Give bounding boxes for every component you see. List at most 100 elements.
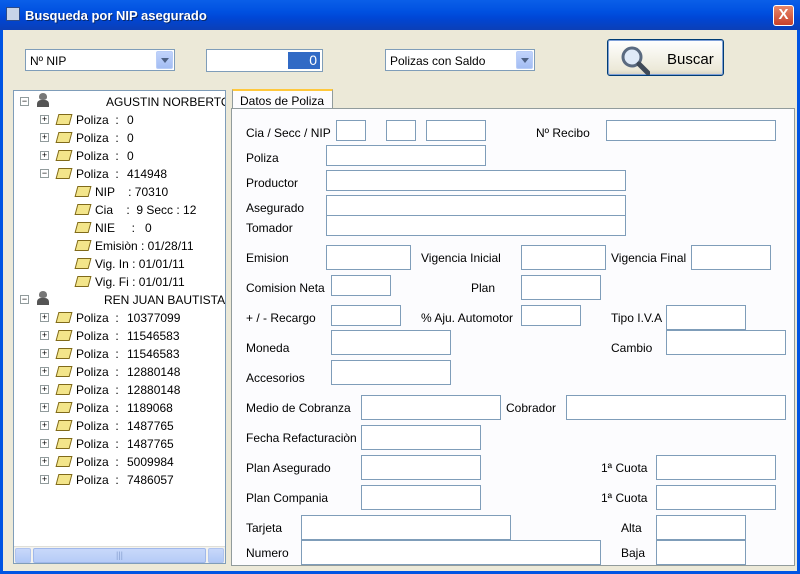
ajuste-field[interactable] [521,305,581,326]
expand-toggle[interactable]: + [40,457,49,466]
label-cuota-2: 1ª Cuota [601,491,648,505]
policy-tree[interactable]: − AGUSTIN NORBERTO + Poliza : 0 + Poliza : 0 + Po… [13,90,226,564]
label-cia-secc-nip: Cia / Secc / NIP [246,126,331,140]
nip-field[interactable] [426,120,486,141]
scroll-right-button[interactable] [208,548,224,563]
horizontal-scrollbar[interactable]: ||| [14,546,225,563]
tree-poliza-node[interactable]: + Poliza : 11546583 [14,327,225,345]
alta-field[interactable] [656,515,746,540]
tree-poliza-node[interactable]: + Poliza : 0 [14,111,225,129]
expand-toggle[interactable]: + [40,313,49,322]
tree-detail-node[interactable]: Emisiòn : 01/28/11 [14,237,225,255]
scroll-left-button[interactable] [15,548,31,563]
cuota-1-field[interactable] [656,455,776,480]
search-button[interactable]: Buscar [607,39,724,76]
main-window: Busqueda por NIP asegurado X Nº NIP 0 Po… [0,0,800,574]
recargo-field[interactable] [331,305,401,326]
iva-field[interactable] [666,305,746,330]
accesorios-field[interactable] [331,360,451,385]
close-button[interactable]: X [773,5,794,26]
tree-person-node[interactable]: − REN JUAN BAUTISTA [14,291,225,309]
label-iva: Tipo I.V.A [611,311,663,325]
plan-asegurado-field[interactable] [361,455,481,480]
poliza-label: Poliza : [76,149,119,163]
title-bar[interactable]: Busqueda por NIP asegurado X [0,0,800,30]
plan-field[interactable] [521,275,601,300]
emision-field[interactable] [326,245,411,270]
number-input[interactable]: 0 [206,49,323,72]
search-type-select[interactable]: Nº NIP [25,49,175,71]
search-type-value: Nº NIP [30,54,67,68]
tarjeta-field[interactable] [301,515,511,540]
plan-compania-field[interactable] [361,485,481,510]
tab-datos-poliza[interactable]: Datos de Poliza [232,89,333,110]
tree-detail-node[interactable]: Cia : 9 Secc : 12 [14,201,225,219]
expand-toggle[interactable]: + [40,331,49,340]
recibo-field[interactable] [606,120,776,141]
expand-toggle[interactable]: + [40,385,49,394]
tomador-field[interactable] [326,215,626,236]
productor-field[interactable] [326,170,626,191]
tree-poliza-node[interactable]: + Poliza : 5009984 [14,453,225,471]
vigencia-final-field[interactable] [691,245,771,270]
tree-poliza-node[interactable]: + Poliza : 0 [14,147,225,165]
tree-poliza-node[interactable]: − Poliza : 414948 [14,165,225,183]
chevron-down-icon[interactable] [516,51,533,69]
cambio-field[interactable] [666,330,786,355]
tree-detail-node[interactable]: Vig. Fi : 01/01/11 [14,273,225,291]
poliza-label: Poliza : [76,455,119,469]
fecha-refacturacion-field[interactable] [361,425,481,450]
tree-detail-node[interactable]: NIP : 70310 [14,183,225,201]
chevron-down-icon[interactable] [156,51,173,69]
tree-detail-node[interactable]: NIE : 0 [14,219,225,237]
scroll-thumb[interactable]: ||| [33,548,206,563]
comision-field[interactable] [331,275,391,296]
expand-toggle[interactable]: + [40,403,49,412]
expand-toggle[interactable]: + [40,115,49,124]
tree-poliza-node[interactable]: + Poliza : 1487765 [14,435,225,453]
expand-toggle[interactable]: + [40,367,49,376]
numero-field[interactable] [301,540,601,565]
tree-poliza-node[interactable]: + Poliza : 0 [14,129,225,147]
poliza-value: 5009984 [127,455,174,469]
expand-toggle[interactable]: + [40,349,49,358]
moneda-field[interactable] [331,330,451,355]
tree-person-node[interactable]: − AGUSTIN NORBERTO [14,93,225,111]
asegurado-field[interactable] [326,195,626,216]
tree-poliza-node[interactable]: + Poliza : 12880148 [14,381,225,399]
poliza-field[interactable] [326,145,486,166]
expand-toggle[interactable]: + [40,133,49,142]
filter-select[interactable]: Polizas con Saldo [385,49,535,71]
person-icon [36,93,50,107]
label-asegurado: Asegurado [246,201,305,215]
vigencia-inicial-field[interactable] [521,245,606,270]
label-cambio: Cambio [611,341,653,355]
poliza-value: 12880148 [127,383,181,397]
label-recargo: + / - Recargo [246,311,316,325]
tree-poliza-node[interactable]: + Poliza : 10377099 [14,309,225,327]
poliza-label: Poliza : [76,419,119,433]
cobrador-field[interactable] [566,395,786,420]
baja-field[interactable] [656,540,746,565]
tree-poliza-node[interactable]: + Poliza : 1189068 [14,399,225,417]
policy-book-icon [55,132,73,143]
cuota-2-field[interactable] [656,485,776,510]
poliza-label: Poliza : [76,365,119,379]
tree-poliza-node[interactable]: + Poliza : 7486057 [14,471,225,489]
tree-poliza-node[interactable]: + Poliza : 12880148 [14,363,225,381]
collapse-toggle[interactable]: − [40,169,49,178]
poliza-value: 11546583 [127,347,180,361]
cia-field[interactable] [336,120,366,141]
expand-toggle[interactable]: + [40,421,49,430]
person-icon [36,291,50,305]
tree-poliza-node[interactable]: + Poliza : 11546583 [14,345,225,363]
secc-field[interactable] [386,120,416,141]
collapse-toggle[interactable]: − [20,97,29,106]
expand-toggle[interactable]: + [40,439,49,448]
expand-toggle[interactable]: + [40,475,49,484]
tree-detail-node[interactable]: Vig. In : 01/01/11 [14,255,225,273]
medio-cobranza-field[interactable] [361,395,501,420]
expand-toggle[interactable]: + [40,151,49,160]
collapse-toggle[interactable]: − [20,295,29,304]
tree-poliza-node[interactable]: + Poliza : 1487765 [14,417,225,435]
